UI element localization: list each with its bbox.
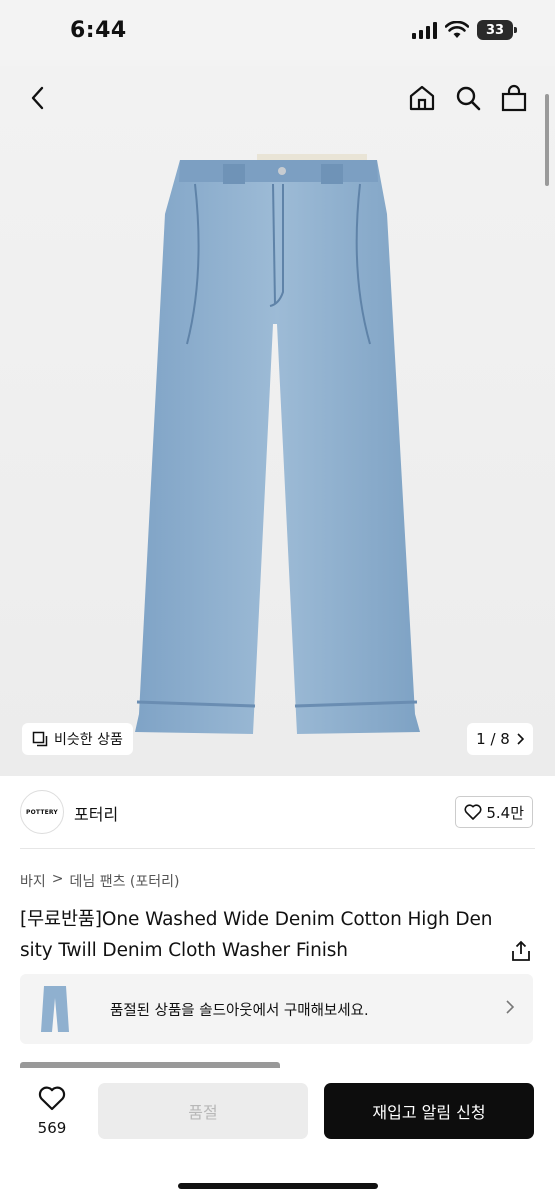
wishlist-count: 569 [37,1119,67,1137]
restock-alert-button[interactable]: 재입고 알림 신청 [324,1083,534,1139]
home-button[interactable] [402,78,442,118]
brand-like-button[interactable]: 5.4만 [455,796,533,828]
back-button[interactable] [18,78,58,118]
battery-icon: 33 [477,20,517,40]
home-indicator [178,1183,378,1189]
shopping-bag-icon [501,84,527,112]
wishlist-button[interactable]: 569 [28,1086,76,1137]
image-pager[interactable]: 1 / 8 [467,723,533,755]
divider [20,848,535,849]
heart-icon [464,804,482,820]
home-icon [409,85,435,111]
page-indicator: 1 / 8 [476,730,510,748]
cart-button[interactable] [494,78,534,118]
breadcrumb-item-category[interactable]: 바지 [20,871,46,891]
share-icon [512,940,530,961]
brand-logo[interactable]: POTTERY [20,790,64,834]
chevron-right-icon [517,733,524,745]
brand-row: POTTERY 포터리 5.4만 [0,786,555,838]
product-thumbnail [41,986,69,1032]
wifi-icon [445,21,469,38]
brand-like-count: 5.4만 [486,803,524,822]
product-title: [무료반품]One Washed Wide Denim Cotton High … [20,909,493,961]
chevron-right-icon [506,1000,515,1014]
breadcrumb-separator: > [51,871,64,887]
product-image-gallery[interactable]: 비슷한 상품 1 / 8 [0,66,555,776]
search-button[interactable] [448,78,488,118]
copy-icon [32,731,48,747]
chevron-left-icon [31,86,44,110]
scrollbar[interactable] [545,94,549,186]
status-bar: 6:44 33 [0,0,555,66]
share-button[interactable] [509,939,533,963]
cellular-signal-icon [412,21,437,39]
status-icons: 33 [412,20,517,40]
battery-level: 33 [485,22,505,38]
product-photo [135,154,420,734]
similar-products-label: 비슷한 상품 [54,732,123,748]
soldout-marketplace-banner[interactable]: 품절된 상품을 솔드아웃에서 구매해보세요. [20,974,533,1044]
soldout-banner-text: 품절된 상품을 솔드아웃에서 구매해보세요. [110,1002,369,1019]
soldout-button[interactable]: 품절 [98,1083,308,1139]
breadcrumb-item-subcategory[interactable]: 데님 팬츠 (포터리) [70,871,180,891]
status-time: 6:44 [70,18,127,43]
bottom-action-bar: 569 품절 재입고 알림 신청 [0,1068,555,1200]
similar-products-button[interactable]: 비슷한 상품 [22,723,133,755]
brand-logo-text: POTTERY [26,808,58,816]
search-icon [456,86,481,111]
breadcrumb: 바지 > 데님 팬츠 (포터리) [20,871,179,891]
brand-name[interactable]: 포터리 [74,801,118,825]
heart-icon [38,1086,66,1111]
